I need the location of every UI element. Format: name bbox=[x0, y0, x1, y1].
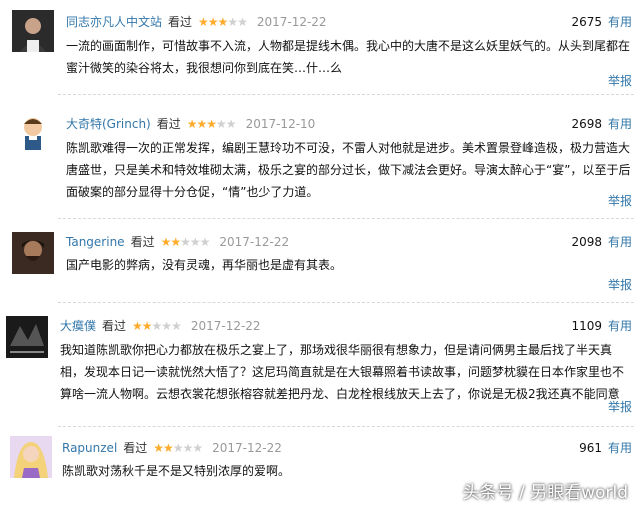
useful-button[interactable]: 有用 bbox=[608, 117, 632, 131]
review-meta: Rapunzel 看过 ★★★★★ 2017-12-22 bbox=[62, 438, 282, 458]
username-link[interactable]: 大奇特(Grinch) bbox=[66, 117, 151, 131]
user-avatar[interactable] bbox=[12, 232, 54, 274]
review-text: 国产电影的弊病，没有灵魂，再华丽也是虚有其表。 bbox=[66, 254, 342, 276]
username-link[interactable]: Tangerine bbox=[66, 235, 125, 249]
review-item: 大瘼僕 看过 ★★★★★ 2017-12-22 1109 有用 我知道陈凯歌你把心力都放… bbox=[0, 306, 640, 426]
watched-label: 看过 bbox=[102, 319, 127, 333]
user-avatar[interactable] bbox=[12, 10, 54, 52]
useful-count: 2675 bbox=[571, 15, 602, 29]
user-avatar[interactable] bbox=[12, 112, 54, 154]
useful-button[interactable]: 有用 bbox=[608, 15, 632, 29]
review-line: 唐盛世，只是美术和特效堆砌太满，极乐之宴的部分过长，做下减法会更好。导演太醉心于… bbox=[66, 163, 631, 177]
username-link[interactable]: Rapunzel bbox=[62, 441, 117, 455]
rating-stars: ★★★★★ bbox=[198, 15, 248, 29]
review-line: 国产电影的弊病，没有灵魂，再华丽也是虚有其表。 bbox=[66, 258, 343, 272]
useful-count: 961 bbox=[579, 441, 602, 455]
vote-area: 2698 有用 bbox=[571, 114, 632, 134]
review-line: 面破案的部分显得十分仓促，“情”也少了力道。 bbox=[66, 185, 319, 199]
user-avatar[interactable] bbox=[10, 436, 52, 478]
review-date: 2017-12-22 bbox=[219, 235, 290, 249]
review-item: 大奇特(Grinch) 看过 ★★★★★ 2017-12-10 2698 有用 陈凯歌难… bbox=[0, 100, 640, 215]
review-meta: 大瘼僕 看过 ★★★★★ 2017-12-22 bbox=[60, 316, 261, 336]
watched-label: 看过 bbox=[156, 117, 181, 131]
rating-stars: ★★★★★ bbox=[160, 235, 211, 249]
watched-label: 看过 bbox=[168, 15, 193, 29]
divider bbox=[58, 218, 634, 219]
rating-stars: ★★★★★ bbox=[132, 319, 182, 333]
review-date: 2017-12-10 bbox=[245, 117, 316, 131]
useful-button[interactable]: 有用 bbox=[608, 441, 632, 455]
vote-area: 961 有用 bbox=[579, 438, 632, 458]
review-meta: Tangerine 看过 ★★★★★ 2017-12-22 bbox=[66, 232, 289, 252]
rating-stars: ★★★★★ bbox=[186, 117, 237, 131]
review-meta: 大奇特(Grinch) 看过 ★★★★★ 2017-12-10 bbox=[66, 114, 315, 134]
review-date: 2017-12-22 bbox=[190, 319, 261, 333]
review-line: 我知道陈凯歌你把心力都放在极乐之宴上了，那场戏很华丽很有想象力，但是请问俩男主最… bbox=[60, 343, 613, 357]
watermark-text: 头条号 / 另眼看world bbox=[462, 483, 628, 503]
review-line: 相，发现本日记一读就恍然大悟了？这尼玛简直就是在大银幕照着书读故事，问题梦枕貘在… bbox=[60, 365, 625, 379]
review-meta: 同志亦凡人中文站 看过 ★★★★★ 2017-12-22 bbox=[66, 12, 327, 32]
review-date: 2017-12-22 bbox=[212, 441, 282, 455]
review-text: 我知道陈凯歌你把心力都放在极乐之宴上了，那场戏很华丽很有想象力，但是请问俩男主最… bbox=[60, 339, 624, 405]
rating-stars: ★★★★★ bbox=[153, 441, 203, 455]
divider bbox=[58, 94, 634, 95]
watched-label: 看过 bbox=[130, 235, 155, 249]
vote-area: 2675 有用 bbox=[571, 12, 632, 32]
watched-label: 看过 bbox=[123, 441, 148, 455]
review-item: Tangerine 看过 ★★★★★ 2017-12-22 2098 有用 国产电影的弊… bbox=[0, 222, 640, 300]
useful-button[interactable]: 有用 bbox=[608, 235, 632, 249]
report-link[interactable]: 举报 bbox=[608, 192, 632, 210]
divider bbox=[58, 426, 634, 427]
review-line: 一流的画面制作，可惜故事不入流，人物都是提线木偶。我心中的大唐不是这么妖里妖气的… bbox=[66, 39, 631, 53]
vote-area: 1109 有用 bbox=[571, 316, 632, 336]
divider bbox=[58, 302, 634, 303]
useful-count: 1109 bbox=[571, 319, 602, 333]
review-text: 陈凯歌难得一次的正常发挥，编剧王慧玲功不可没，不雷人对他就是进步。美术置景登峰造… bbox=[66, 137, 630, 203]
username-link[interactable]: 大瘼僕 bbox=[60, 319, 96, 333]
report-link[interactable]: 举报 bbox=[608, 398, 632, 416]
report-link[interactable]: 举报 bbox=[608, 276, 632, 294]
user-avatar[interactable] bbox=[6, 316, 48, 358]
review-date: 2017-12-22 bbox=[256, 15, 327, 29]
username-link[interactable]: 同志亦凡人中文站 bbox=[66, 15, 162, 29]
useful-count: 2098 bbox=[571, 235, 602, 249]
review-text: 陈凯歌对荡秋千是不是又特别浓厚的爱啊。 bbox=[62, 460, 290, 482]
review-text: 一流的画面制作，可惜故事不入流，人物都是提线木偶。我心中的大唐不是这么妖里妖气的… bbox=[66, 35, 630, 79]
useful-button[interactable]: 有用 bbox=[608, 319, 632, 333]
useful-count: 2698 bbox=[571, 117, 602, 131]
review-line: 蜜汁微笑的染谷将太，我很想问你到底在笑…什…么 bbox=[66, 61, 343, 75]
review-line: 陈凯歌对荡秋千是不是又特别浓厚的爱啊。 bbox=[62, 464, 291, 478]
report-link[interactable]: 举报 bbox=[608, 72, 632, 90]
review-item: 同志亦凡人中文站 看过 ★★★★★ 2017-12-22 2675 有用 一流的画面制作… bbox=[0, 0, 640, 90]
review-line: 陈凯歌难得一次的正常发挥，编剧王慧玲功不可没，不雷人对他就是进步。美术置景登峰造… bbox=[66, 141, 631, 155]
review-line: 算啥一流人物啊。云想衣裳花想张榕容就差把丹龙、白龙栓根线放天上去了，你说是无极2… bbox=[60, 387, 620, 401]
vote-area: 2098 有用 bbox=[571, 232, 632, 252]
